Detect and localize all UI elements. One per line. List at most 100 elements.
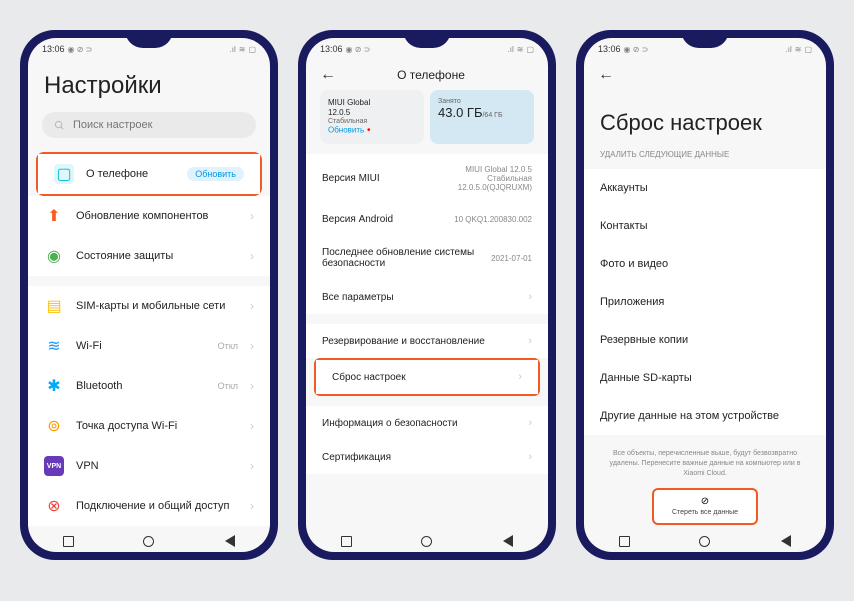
phone-1: 13:06 ◉ ⊘ ⊃ .ıl ≋ ▢ Настройки ▢ О телефо… — [20, 30, 278, 560]
chevron-right-icon: › — [528, 291, 532, 303]
battery-icon: ▢ — [526, 45, 534, 54]
page-title: О телефоне — [346, 68, 516, 82]
detail-value: 10 QKQ1.200830.002 — [454, 215, 532, 224]
setting-label: Состояние защиты — [76, 250, 238, 262]
reset-other: Другие данные на этом устройстве — [584, 397, 826, 435]
detail-factory-reset[interactable]: Сброс настроек › — [316, 360, 538, 394]
chevron-right-icon: › — [250, 339, 254, 353]
detail-backup[interactable]: Резервирование и восстановление › — [306, 324, 548, 358]
about-content: MIUI Global 12.0.5 Стабильная Обновить •… — [306, 90, 548, 526]
signal-icon: .ıl — [508, 45, 514, 54]
setting-label: О телефоне — [86, 168, 175, 180]
setting-sim[interactable]: ▤ SIM-карты и мобильные сети › — [28, 286, 270, 326]
chevron-right-icon: › — [518, 371, 522, 383]
share-icon: ⊗ — [44, 496, 64, 516]
phone-3: 13:06 ◉ ⊘ ⊃ .ıl ≋ ▢ ← Сброс настроек Уда… — [576, 30, 834, 560]
search-box[interactable] — [42, 112, 256, 138]
detail-label: Сертификация — [322, 452, 522, 463]
storage-used: 43.0 ГБ — [438, 105, 482, 120]
divider — [28, 276, 270, 286]
status-icons: ◉ ⊘ ⊃ — [346, 45, 371, 54]
setting-label: Обновление компонентов — [76, 210, 238, 222]
setting-component-update[interactable]: ⬆ Обновление компонентов › — [28, 196, 270, 236]
status-icons: ◉ ⊘ ⊃ — [624, 45, 649, 54]
detail-value: 2021-07-01 — [491, 254, 532, 263]
detail-certification[interactable]: Сертификация › — [306, 440, 548, 474]
nav-back[interactable] — [220, 534, 240, 548]
erase-all-button[interactable]: ⊘ Стереть все данные — [652, 488, 758, 525]
nav-recent[interactable] — [336, 534, 356, 548]
back-button[interactable]: ← — [320, 66, 338, 84]
phone-2: 13:06 ◉ ⊘ ⊃ .ıl ≋ ▢ ← О телефоне MIUI Gl… — [298, 30, 556, 560]
detail-safety-info[interactable]: Информация о безопасности › — [306, 406, 548, 440]
detail-list: Версия MIUI MIUI Global 12.0.5 Стабильна… — [306, 154, 548, 526]
screen-3: 13:06 ◉ ⊘ ⊃ .ıl ≋ ▢ ← Сброс настроек Уда… — [584, 38, 826, 552]
detail-label: Сброс настроек — [332, 372, 512, 383]
page-title: Сброс настроек — [584, 90, 826, 150]
divider — [306, 314, 548, 324]
setting-vpn[interactable]: VPN VPN › — [28, 446, 270, 486]
screen-1: 13:06 ◉ ⊘ ⊃ .ıl ≋ ▢ Настройки ▢ О телефо… — [28, 38, 270, 552]
nav-home[interactable] — [695, 534, 715, 548]
battery-icon: ▢ — [804, 45, 812, 54]
detail-label: Информация о безопасности — [322, 418, 522, 429]
chevron-right-icon: › — [528, 417, 532, 429]
reset-accounts: Аккаунты — [584, 169, 826, 207]
wifi-icon: ≋ — [795, 45, 802, 54]
shield-icon: ◉ — [44, 246, 64, 266]
nav-back[interactable] — [776, 534, 796, 548]
detail-value: MIUI Global 12.0.5 Стабильная 12.0.5.0(Q… — [432, 165, 532, 192]
setting-sharing[interactable]: ⊗ Подключение и общий доступ › — [28, 486, 270, 526]
storage-card[interactable]: Занято 43.0 ГБ/64 ГБ — [430, 90, 534, 144]
nav-recent[interactable] — [58, 534, 78, 548]
nav-recent[interactable] — [614, 534, 634, 548]
chevron-right-icon: › — [250, 249, 254, 263]
wifi-icon: ≋ — [44, 336, 64, 356]
update-link[interactable]: Обновить — [328, 126, 364, 135]
detail-miui[interactable]: Версия MIUI MIUI Global 12.0.5 Стабильна… — [306, 154, 548, 203]
erase-button-wrap: ⊘ Стереть все данные — [584, 488, 826, 526]
detail-security-patch[interactable]: Последнее обновление системы безопасност… — [306, 236, 548, 280]
bluetooth-status: Откл — [218, 381, 238, 391]
wifi-icon: ≋ — [239, 45, 246, 54]
setting-wifi[interactable]: ≋ Wi-Fi Откл › — [28, 326, 270, 366]
page-header: ← — [584, 56, 826, 90]
detail-label: Резервирование и восстановление — [322, 336, 522, 347]
storage-label: Занято — [438, 98, 526, 105]
setting-label: VPN — [76, 460, 238, 472]
signal-icon: .ıl — [230, 45, 236, 54]
highlight-factory-reset: Сброс настроек › — [314, 358, 540, 396]
nav-home[interactable] — [417, 534, 437, 548]
nav-bar — [584, 526, 826, 552]
setting-label: SIM-карты и мобильные сети — [76, 300, 238, 312]
setting-security-status[interactable]: ◉ Состояние защиты › — [28, 236, 270, 276]
divider — [306, 396, 548, 406]
miui-card[interactable]: MIUI Global 12.0.5 Стабильная Обновить • — [320, 90, 424, 144]
nav-home[interactable] — [139, 534, 159, 548]
chevron-right-icon: › — [250, 379, 254, 393]
status-icons: ◉ ⊘ ⊃ — [68, 45, 93, 54]
hotspot-icon: ⊚ — [44, 416, 64, 436]
wifi-icon: ≋ — [517, 45, 524, 54]
reset-contacts: Контакты — [584, 207, 826, 245]
setting-bluetooth[interactable]: ✱ Bluetooth Откл › — [28, 366, 270, 406]
chevron-right-icon: › — [250, 299, 254, 313]
nav-bar — [28, 526, 270, 552]
miui-name: MIUI Global — [328, 98, 416, 107]
back-button[interactable]: ← — [598, 66, 616, 84]
settings-list-1: ▢ О телефоне Обновить ⬆ Обновление компо… — [28, 152, 270, 526]
nav-bar — [306, 526, 548, 552]
search-input[interactable] — [73, 119, 244, 131]
detail-android[interactable]: Версия Android 10 QKQ1.200830.002 — [306, 203, 548, 236]
detail-all-specs[interactable]: Все параметры › — [306, 280, 548, 314]
vpn-icon: VPN — [44, 456, 64, 476]
setting-hotspot[interactable]: ⊚ Точка доступа Wi-Fi › — [28, 406, 270, 446]
detail-label: Версия MIUI — [322, 173, 432, 184]
search-icon — [54, 120, 65, 131]
update-badge[interactable]: Обновить — [187, 167, 244, 181]
reset-photos: Фото и видео — [584, 245, 826, 283]
chevron-right-icon: › — [250, 209, 254, 223]
setting-about-phone[interactable]: ▢ О телефоне Обновить — [38, 154, 260, 194]
settings-content: Настройки ▢ О телефоне Обновить ⬆ Обновл… — [28, 56, 270, 526]
nav-back[interactable] — [498, 534, 518, 548]
